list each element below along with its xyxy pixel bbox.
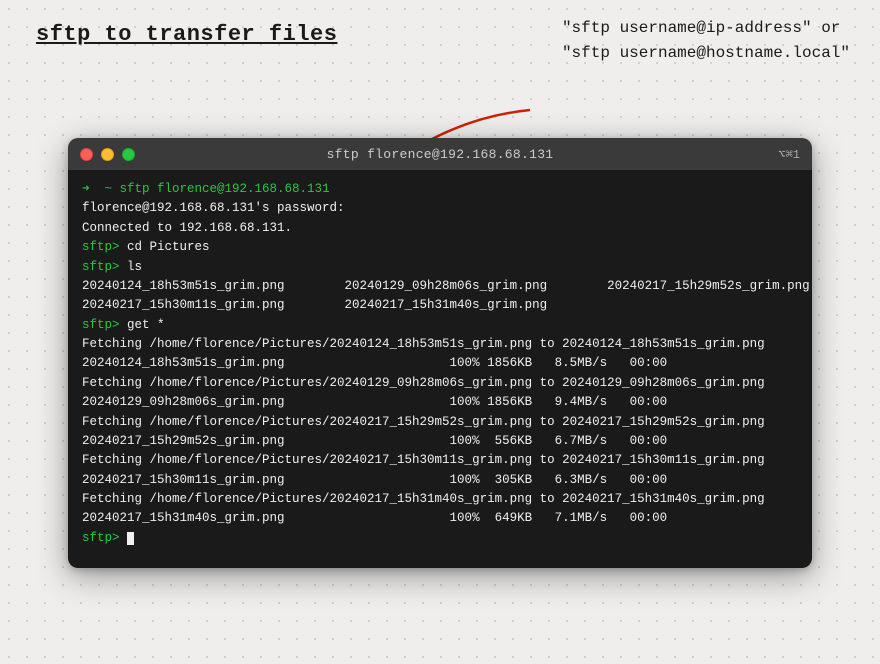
cursor-block <box>127 532 134 545</box>
terminal-body: ➜ ~ sftp florence@192.168.68.131florence… <box>68 170 812 568</box>
maximize-button[interactable] <box>122 148 135 161</box>
terminal-line: ➜ ~ sftp florence@192.168.68.131 <box>82 180 798 199</box>
terminal-line: 20240217_15h30m11s_grim.png 100% 305KB 6… <box>82 471 798 490</box>
terminal-line: sftp> cd Pictures <box>82 238 798 257</box>
terminal-line: 20240129_09h28m06s_grim.png 100% 1856KB … <box>82 393 798 412</box>
terminal-line: Connected to 192.168.68.131. <box>82 219 798 238</box>
terminal-line: 20240124_18h53m51s_grim.png 20240129_09h… <box>82 277 798 296</box>
terminal-line: 20240217_15h30m11s_grim.png 20240217_15h… <box>82 296 798 315</box>
terminal-line: sftp> ls <box>82 258 798 277</box>
page-title: sftp to transfer files <box>36 22 337 47</box>
terminal-titlebar: sftp florence@192.168.68.131 ⌥⌘1 <box>68 138 812 170</box>
terminal-line: 20240124_18h53m51s_grim.png 100% 1856KB … <box>82 354 798 373</box>
terminal-line: Fetching /home/florence/Pictures/2024021… <box>82 413 798 432</box>
terminal-line: florence@192.168.68.131's password: <box>82 199 798 218</box>
terminal-window: sftp florence@192.168.68.131 ⌥⌘1 ➜ ~ sft… <box>68 138 812 568</box>
terminal-line: sftp> <box>82 529 798 548</box>
terminal-line: Fetching /home/florence/Pictures/2024012… <box>82 335 798 354</box>
terminal-line: sftp> get * <box>82 316 798 335</box>
terminal-line: 20240217_15h31m40s_grim.png 100% 649KB 7… <box>82 509 798 528</box>
minimize-button[interactable] <box>101 148 114 161</box>
annotation-line1: "sftp username@ip-address" or <box>562 16 850 41</box>
terminal-line: Fetching /home/florence/Pictures/2024021… <box>82 451 798 470</box>
titlebar-shortcut: ⌥⌘1 <box>778 147 800 162</box>
titlebar-title: sftp florence@192.168.68.131 <box>327 147 554 162</box>
terminal-line: Fetching /home/florence/Pictures/2024012… <box>82 374 798 393</box>
terminal-line: 20240217_15h29m52s_grim.png 100% 556KB 6… <box>82 432 798 451</box>
close-button[interactable] <box>80 148 93 161</box>
annotation-line2: "sftp username@hostname.local" <box>562 41 850 66</box>
annotation-text: "sftp username@ip-address" or "sftp user… <box>562 16 850 66</box>
terminal-line: Fetching /home/florence/Pictures/2024021… <box>82 490 798 509</box>
